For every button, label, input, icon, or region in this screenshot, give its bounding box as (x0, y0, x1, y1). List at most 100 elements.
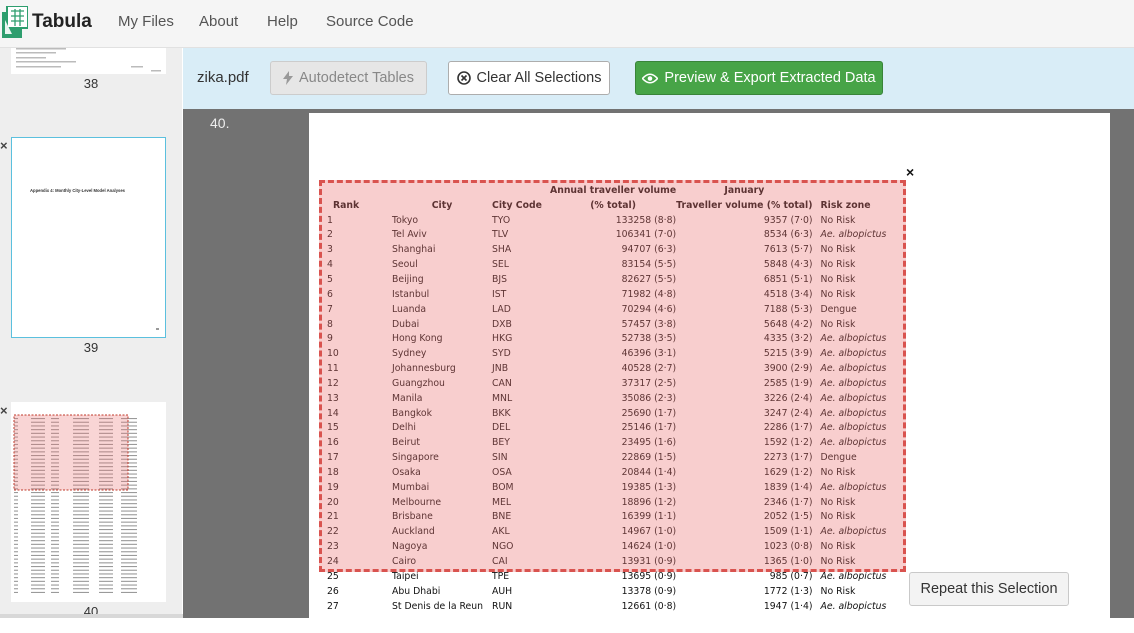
thumbnail-line (14, 562, 18, 564)
tabula-logo-icon[interactable] (2, 6, 28, 38)
thumbnail-line (121, 588, 137, 590)
thumbnail-line (121, 562, 137, 564)
thumbnail-line (73, 495, 89, 497)
thumbnail-line (121, 558, 137, 560)
thumbnail-line (73, 525, 89, 527)
table-cell: No Risk (820, 585, 856, 597)
thumbnail-line (99, 525, 113, 527)
navbar: Tabula My Files About Help Source Code (0, 0, 1134, 48)
pdf-viewer[interactable]: 40. Annual traveller volume January Rank… (183, 109, 1134, 633)
thumbnail-line (121, 495, 137, 497)
thumbnail-line (14, 584, 18, 586)
thumbnail-line (121, 521, 137, 523)
thumbnail-line (31, 536, 45, 538)
thumbnail-line (51, 543, 59, 545)
filename: zika.pdf (197, 69, 249, 86)
thumbnail-line (31, 514, 45, 516)
thumbnail-line (51, 492, 59, 494)
repeat-selection-button[interactable]: Repeat this Selection (909, 572, 1069, 606)
thumbnail-line (73, 580, 89, 582)
thumbnail-line (51, 554, 59, 556)
thumbnail-line (51, 536, 59, 538)
nav-about[interactable]: About (199, 13, 238, 30)
thumbnail-content (16, 48, 161, 72)
thumbnail-line (31, 503, 45, 505)
thumbnail-line (99, 580, 113, 582)
thumbnail-line (121, 503, 137, 505)
thumbnail-line (99, 551, 113, 553)
thumbnail-line (31, 492, 45, 494)
thumbnail-line (14, 510, 18, 512)
thumbnail-line (73, 577, 89, 579)
thumbnail-line (51, 525, 59, 527)
table-selection-box[interactable] (319, 180, 906, 572)
close-icon[interactable]: × (0, 403, 8, 418)
thumbnail-line (31, 577, 45, 579)
thumbnail-line (99, 532, 113, 534)
table-cell: 12661 (0·8) (621, 600, 677, 612)
thumbnail-line (51, 562, 59, 564)
thumbnail-line (73, 588, 89, 590)
preview-export-button[interactable]: Preview & Export Extracted Data (635, 61, 883, 95)
thumbnail-line (73, 499, 89, 501)
thumbnail-line (121, 540, 137, 542)
thumbnail-line (31, 517, 45, 519)
thumbnail-line (99, 540, 113, 542)
thumbnail-line (31, 525, 45, 527)
thumbnail-line (51, 495, 59, 497)
table-cell: 27 (327, 600, 339, 612)
nav-help[interactable]: Help (267, 13, 298, 30)
selection-close-icon[interactable]: × (906, 164, 914, 180)
thumbnail-line (14, 573, 18, 575)
thumbnail-line (14, 499, 18, 501)
page-thumbnail-38[interactable] (11, 48, 166, 74)
table-cell: Abu Dhabi (392, 585, 441, 597)
thumbnail-line (121, 517, 137, 519)
page-thumbnails-sidebar[interactable]: 38 × Appendix 4: Monthly City-Level Mode… (0, 48, 182, 618)
thumbnail-line (99, 591, 113, 593)
thumbnail-line (73, 573, 89, 575)
thumbnail-line (31, 543, 45, 545)
thumbnail-line (99, 536, 113, 538)
autodetect-tables-button[interactable]: Autodetect Tables (270, 61, 427, 95)
thumbnail-line (31, 591, 45, 593)
nav-my-files[interactable]: My Files (118, 13, 174, 30)
thumbnail-line (14, 521, 18, 523)
thumbnail-line (99, 577, 113, 579)
page-thumbnail-39[interactable]: Appendix 4: Monthly City-Level Model Ana… (11, 137, 166, 338)
thumbnail-line (121, 566, 137, 568)
thumbnail-title: Appendix 4: Monthly City-Level Model Ana… (30, 188, 126, 193)
thumbnail-line (73, 569, 89, 571)
thumbnail-line (14, 492, 18, 494)
thumbnail-line (14, 591, 18, 593)
thumbnail-line (14, 569, 18, 571)
thumbnail-line (99, 506, 113, 508)
thumbnail-content (13, 414, 137, 593)
thumbnail-line (121, 529, 137, 531)
thumbnail-line (73, 510, 89, 512)
thumbnail-line (14, 588, 18, 590)
thumbnail-line (73, 492, 89, 494)
thumbnail-line (121, 551, 137, 553)
thumbnail-line (51, 521, 59, 523)
thumbnail-line (14, 580, 18, 582)
preview-label: Preview & Export Extracted Data (664, 70, 876, 86)
thumbnail-line (31, 499, 45, 501)
thumbnail-line (31, 569, 45, 571)
thumbnail-line (73, 547, 89, 549)
page-number: 40. (210, 115, 230, 131)
thumbnail-line (99, 566, 113, 568)
clear-all-selections-button[interactable]: Clear All Selections (448, 61, 610, 95)
thumbnail-line (31, 566, 45, 568)
thumbnail-line (51, 503, 59, 505)
close-icon[interactable]: × (0, 138, 8, 153)
page-thumbnail-40[interactable] (11, 402, 166, 602)
nav-source-code[interactable]: Source Code (326, 13, 414, 30)
brand-name[interactable]: Tabula (32, 11, 92, 33)
thumbnail-line (14, 532, 18, 534)
thumbnail-line (99, 562, 113, 564)
thumbnail-line (14, 558, 18, 560)
thumbnail-line (99, 569, 113, 571)
thumbnail-line (121, 514, 137, 516)
thumbnail-line (31, 584, 45, 586)
